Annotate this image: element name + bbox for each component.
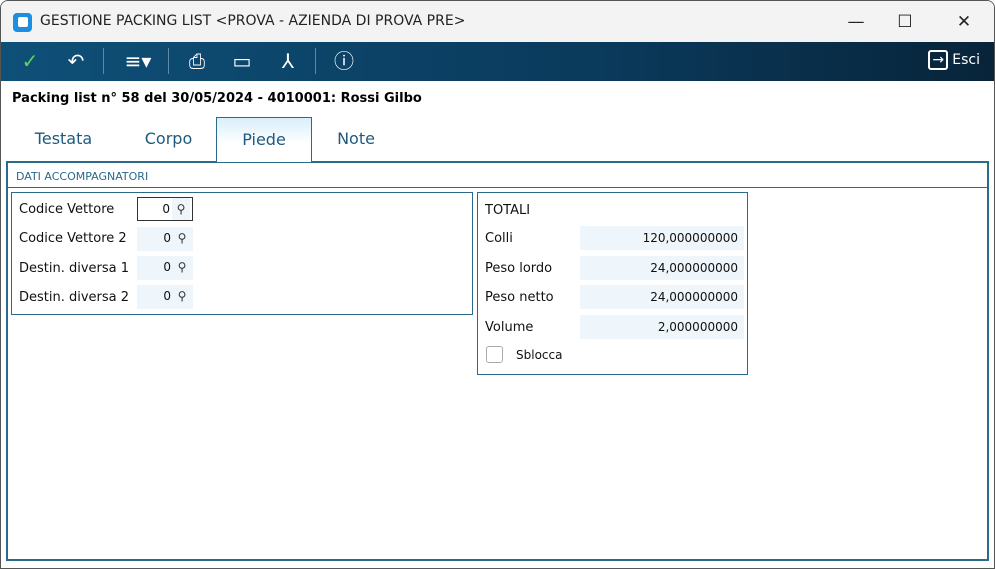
close-button[interactable]: ✕ — [944, 9, 984, 35]
search-icon[interactable]: ⚲ — [173, 256, 191, 280]
title-bar: GESTIONE PACKING LIST <PROVA - AZIENDA D… — [1, 1, 994, 42]
search-icon[interactable]: ⚲ — [172, 198, 190, 220]
field-value: 0 — [163, 289, 171, 303]
sblocca-checkbox[interactable] — [486, 346, 503, 363]
field-label: Destin. diversa 1 — [19, 261, 130, 276]
field-value: 0 — [163, 260, 171, 274]
tab-testata[interactable]: Testata — [16, 117, 111, 162]
maximize-button[interactable]: ☐ — [885, 9, 925, 35]
search-icon[interactable]: ⚲ — [173, 285, 191, 309]
check-icon[interactable]: ✓ — [15, 47, 45, 75]
search-icon[interactable]: ⚲ — [173, 227, 191, 251]
exit-icon: → — [928, 50, 949, 70]
field-label: Codice Vettore 2 — [19, 231, 127, 246]
separator — [103, 48, 104, 74]
totals-label: Colli — [485, 231, 513, 246]
menu-icon[interactable]: ≡▾ — [119, 47, 157, 75]
window-title: GESTIONE PACKING LIST <PROVA - AZIENDA D… — [40, 13, 466, 29]
field-label: Destin. diversa 2 — [19, 290, 130, 305]
window: GESTIONE PACKING LIST <PROVA - AZIENDA D… — [0, 0, 995, 569]
accompanying-data-group: Codice Vettore 0 ⚲ Codice Vettore 2 0 ⚲ De… — [11, 192, 473, 315]
volume-value[interactable]: 2,000000000 — [580, 315, 744, 339]
totals-label: Volume — [485, 320, 534, 335]
toolbar: ✓ ↶ ≡▾ ⎙ ▭ ⅄ ⓘ → Esci — [1, 42, 994, 81]
separator — [315, 48, 316, 74]
separator — [168, 48, 169, 74]
field-value: 0 — [163, 231, 171, 245]
help-icon[interactable]: ⓘ — [329, 47, 359, 75]
section-title: DATI ACCOMPAGNATORI — [8, 163, 987, 188]
monitor-icon[interactable]: ▭ — [227, 47, 257, 75]
codice-vettore-2-input[interactable]: 0 ⚲ — [137, 227, 193, 251]
piede-panel: DATI ACCOMPAGNATORI Codice Vettore 0 ⚲ Co… — [6, 161, 989, 561]
tab-note[interactable]: Note — [311, 117, 401, 162]
undo-icon[interactable]: ↶ — [61, 47, 91, 75]
totals-group: TOTALI Colli 120,000000000 Peso lordo 24… — [477, 192, 748, 375]
tab-piede[interactable]: Piede — [216, 117, 312, 162]
codice-vettore-input[interactable]: 0 ⚲ — [137, 197, 193, 221]
field-label: Codice Vettore — [19, 202, 115, 217]
app-icon — [13, 13, 32, 32]
document-header: Packing list n° 58 del 30/05/2024 - 4010… — [12, 91, 422, 106]
pdf-icon[interactable]: ⅄ — [273, 47, 303, 75]
destin-diversa-2-input[interactable]: 0 ⚲ — [137, 285, 193, 309]
tab-corpo[interactable]: Corpo — [121, 117, 216, 162]
print-icon[interactable]: ⎙ — [182, 47, 212, 75]
totals-title: TOTALI — [485, 203, 531, 218]
exit-button[interactable]: → Esci — [928, 50, 980, 70]
peso-netto-value[interactable]: 24,000000000 — [580, 285, 744, 309]
sblocca-label: Sblocca — [516, 348, 563, 362]
minimize-button[interactable]: — — [836, 9, 876, 35]
colli-value[interactable]: 120,000000000 — [580, 226, 744, 250]
field-value: 0 — [162, 202, 170, 216]
destin-diversa-1-input[interactable]: 0 ⚲ — [137, 256, 193, 280]
totals-label: Peso lordo — [485, 261, 553, 276]
totals-label: Peso netto — [485, 290, 554, 305]
peso-lordo-value[interactable]: 24,000000000 — [580, 256, 744, 280]
exit-label: Esci — [952, 52, 980, 68]
